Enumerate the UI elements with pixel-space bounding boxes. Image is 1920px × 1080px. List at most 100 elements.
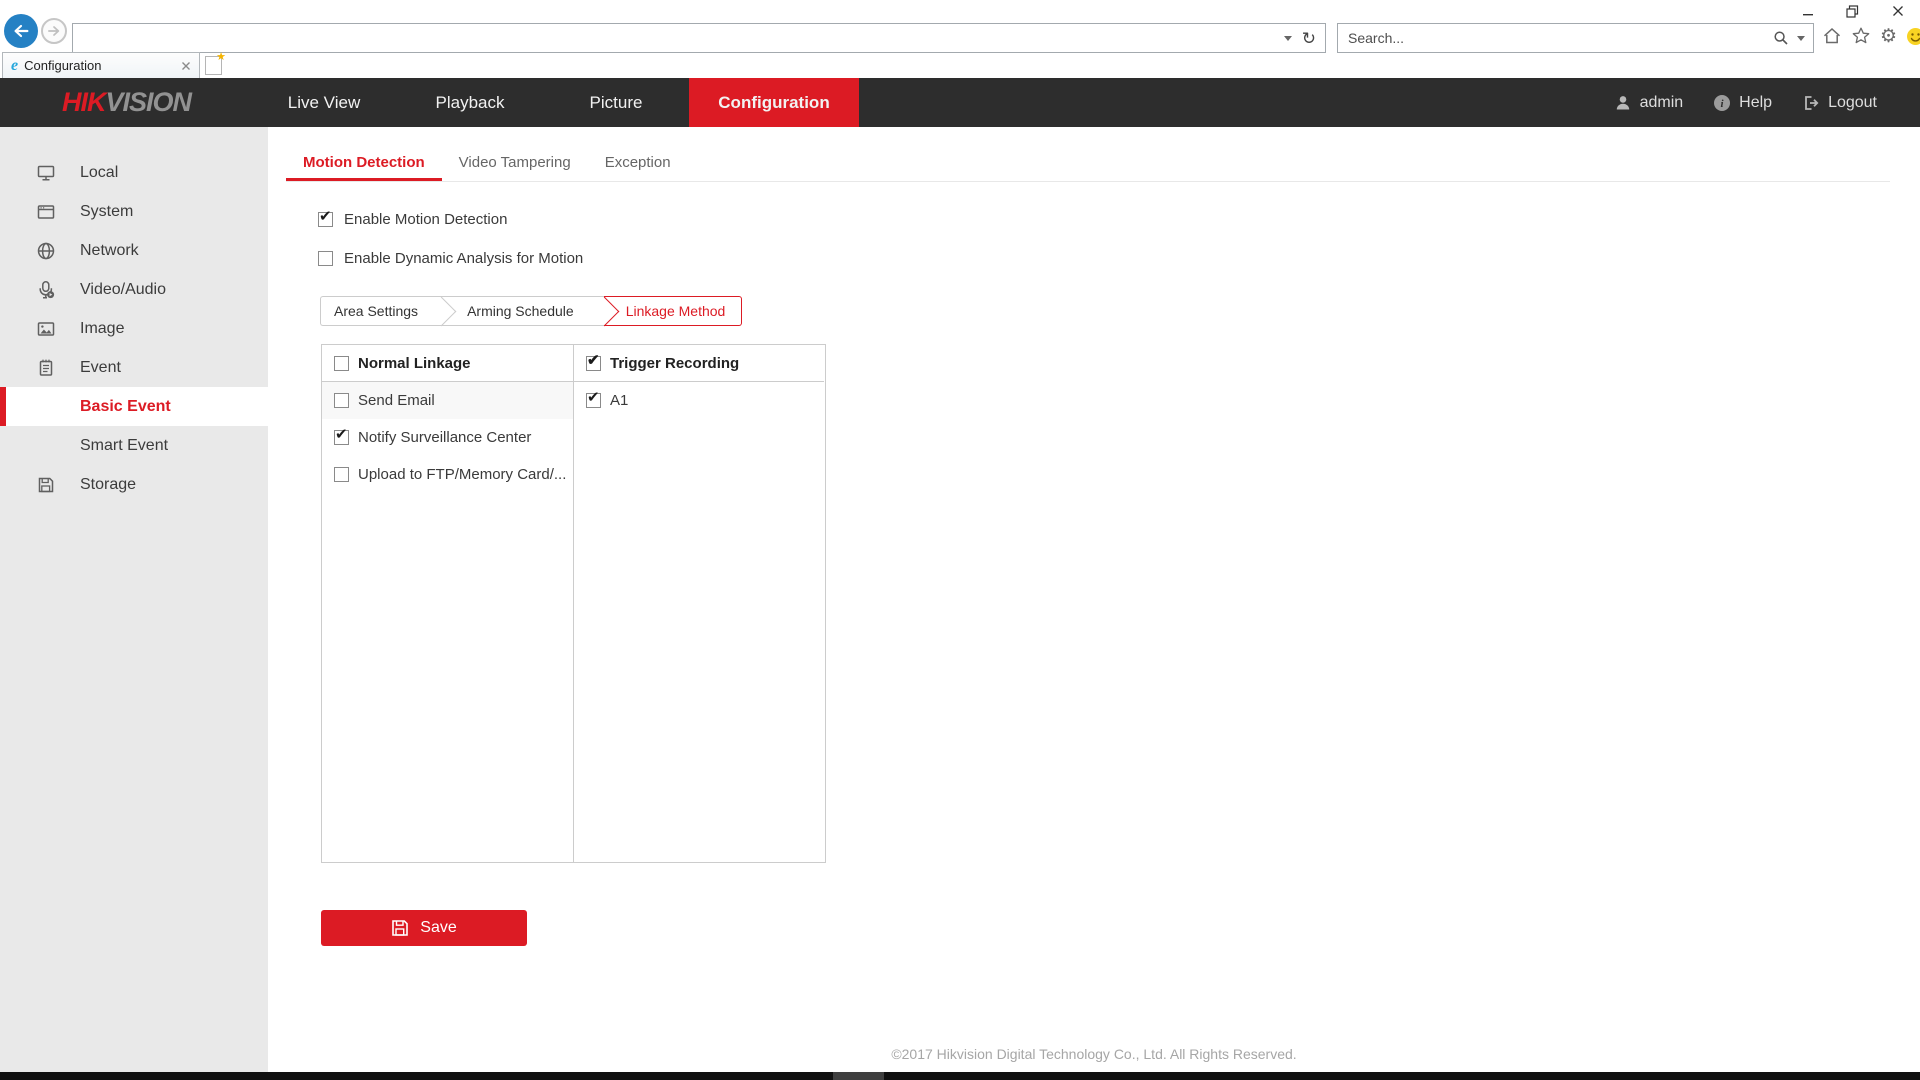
storage-icon	[35, 474, 57, 496]
address-bar-input[interactable]	[73, 24, 1284, 52]
tab-exception[interactable]: Exception	[588, 148, 688, 181]
normal-linkage-checkbox[interactable]	[334, 356, 349, 371]
sidebar-item-image[interactable]: Image	[0, 309, 268, 348]
tab-motion-detection[interactable]: Motion Detection	[286, 148, 442, 181]
subtab-arming-schedule[interactable]: Arming Schedule	[453, 296, 588, 326]
smiley-feedback-icon[interactable]	[1906, 27, 1920, 46]
sidebar-item-local[interactable]: Local	[0, 153, 268, 192]
network-icon	[35, 240, 57, 262]
chevron-right-red-icon	[588, 296, 604, 326]
check-icon: ✔	[587, 390, 600, 405]
favorites-star-icon[interactable]	[1851, 26, 1871, 46]
enable-dynamic-analysis-checkbox[interactable]	[318, 251, 333, 266]
logout-button[interactable]: Logout	[1802, 94, 1877, 112]
event-icon	[35, 357, 57, 379]
sidebar-item-label: Image	[80, 320, 124, 338]
browser-tab-row: e Configuration ★	[0, 52, 1920, 78]
home-icon[interactable]	[1822, 26, 1842, 46]
sidebar-item-label: System	[80, 203, 133, 221]
search-dropdown-icon[interactable]	[1797, 36, 1805, 41]
check-icon: ✔	[319, 209, 332, 224]
subtab-linkage-method[interactable]: Linkage Method	[604, 296, 743, 326]
sidebar-item-storage[interactable]: Storage	[0, 465, 268, 504]
tab-close-icon[interactable]	[181, 61, 191, 71]
new-tab-button[interactable]: ★	[205, 56, 222, 75]
sidebar-item-label: Video/Audio	[80, 281, 166, 299]
enable-motion-detection-checkbox[interactable]: ✔	[318, 212, 333, 227]
normal-linkage-header-label: Normal Linkage	[358, 355, 471, 372]
back-button[interactable]	[4, 14, 38, 48]
sidebar: Local System Network Video/Audio	[0, 127, 268, 1072]
enable-options: ✔ Enable Motion Detection Enable Dynamic…	[318, 209, 1920, 268]
sidebar-item-video-audio[interactable]: Video/Audio	[0, 270, 268, 309]
table-row-a1: ✔ A1	[574, 382, 824, 419]
restore-button[interactable]	[1830, 0, 1875, 22]
app-header-right: admin i Help Logout	[1614, 78, 1877, 127]
hikvision-logo: HIKVISION	[62, 78, 191, 127]
help-label: Help	[1739, 94, 1772, 112]
new-tab-star-icon: ★	[216, 50, 226, 63]
upload-ftp-checkbox[interactable]	[334, 467, 349, 482]
trigger-recording-checkbox[interactable]: ✔	[586, 356, 601, 371]
gear-icon[interactable]: ⚙	[1880, 27, 1897, 46]
sidebar-item-smart-event[interactable]: Smart Event	[0, 426, 268, 465]
chevron-right-icon	[431, 296, 453, 326]
check-icon: ✔	[335, 427, 348, 442]
address-dropdown-icon[interactable]	[1284, 36, 1292, 41]
close-button[interactable]	[1875, 0, 1920, 22]
send-email-label: Send Email	[358, 392, 435, 409]
logo-hik: HIK	[62, 87, 106, 118]
refresh-icon[interactable]: ↻	[1302, 30, 1316, 47]
close-icon	[1892, 5, 1904, 17]
logout-label: Logout	[1828, 94, 1877, 112]
notify-surveillance-center-checkbox[interactable]: ✔	[334, 430, 349, 445]
save-button-label: Save	[420, 919, 456, 937]
nav-picture[interactable]: Picture	[543, 78, 689, 127]
nav-live-view[interactable]: Live View	[251, 78, 397, 127]
sidebar-item-label: Storage	[80, 476, 136, 494]
user-menu[interactable]: admin	[1614, 94, 1684, 112]
subtab-area-settings[interactable]: Area Settings	[320, 296, 431, 326]
normal-linkage-column: Normal Linkage Send Email ✔ Notify Surve…	[322, 345, 573, 862]
linkage-table: Normal Linkage Send Email ✔ Notify Surve…	[321, 344, 826, 863]
search-icon[interactable]	[1773, 30, 1789, 46]
help-button[interactable]: i Help	[1713, 94, 1772, 112]
nav-configuration[interactable]: Configuration	[689, 78, 859, 127]
logo-vision: VISION	[106, 87, 192, 118]
sidebar-item-label: Smart Event	[80, 437, 168, 455]
logout-icon	[1802, 94, 1820, 112]
bottom-bar-segment	[833, 1072, 884, 1080]
sidebar-item-network[interactable]: Network	[0, 231, 268, 270]
enable-motion-detection-row: ✔ Enable Motion Detection	[318, 209, 1920, 229]
check-icon: ✔	[587, 353, 600, 368]
trigger-recording-header: ✔ Trigger Recording	[574, 345, 824, 382]
browser-action-icons: ⚙	[1822, 26, 1920, 46]
copyright-footer: ©2017 Hikvision Digital Technology Co., …	[268, 1046, 1920, 1062]
user-name: admin	[1640, 94, 1684, 112]
table-row-upload-ftp: Upload to FTP/Memory Card/...	[322, 456, 573, 493]
sidebar-item-label: Event	[80, 359, 121, 377]
address-bar-tools: ↻	[1284, 30, 1325, 47]
browser-tab-title: Configuration	[24, 58, 175, 73]
minimize-button[interactable]	[1785, 0, 1830, 22]
forward-button[interactable]	[41, 18, 67, 44]
a1-checkbox[interactable]: ✔	[586, 393, 601, 408]
save-button[interactable]: Save	[321, 910, 527, 946]
sidebar-item-basic-event[interactable]: Basic Event	[0, 387, 268, 426]
monitor-icon	[35, 162, 57, 184]
enable-dynamic-analysis-row: Enable Dynamic Analysis for Motion	[318, 248, 1920, 268]
ie-favicon: e	[11, 58, 18, 74]
bottom-bar	[0, 1072, 1920, 1080]
search-input[interactable]	[1338, 24, 1773, 52]
sidebar-item-event[interactable]: Event	[0, 348, 268, 387]
browser-tab-configuration[interactable]: e Configuration	[2, 52, 200, 78]
send-email-checkbox[interactable]	[334, 393, 349, 408]
trigger-recording-column: ✔ Trigger Recording ✔ A1	[573, 345, 824, 862]
sidebar-item-system[interactable]: System	[0, 192, 268, 231]
nav-playback[interactable]: Playback	[397, 78, 543, 127]
table-row-send-email: Send Email	[322, 382, 573, 419]
video-audio-icon	[35, 279, 57, 301]
browser-chrome: ↻ ⚙ e Configuration ★	[0, 0, 1920, 78]
tab-video-tampering[interactable]: Video Tampering	[442, 148, 588, 181]
app-header: HIKVISION Live View Playback Picture Con…	[0, 78, 1920, 127]
